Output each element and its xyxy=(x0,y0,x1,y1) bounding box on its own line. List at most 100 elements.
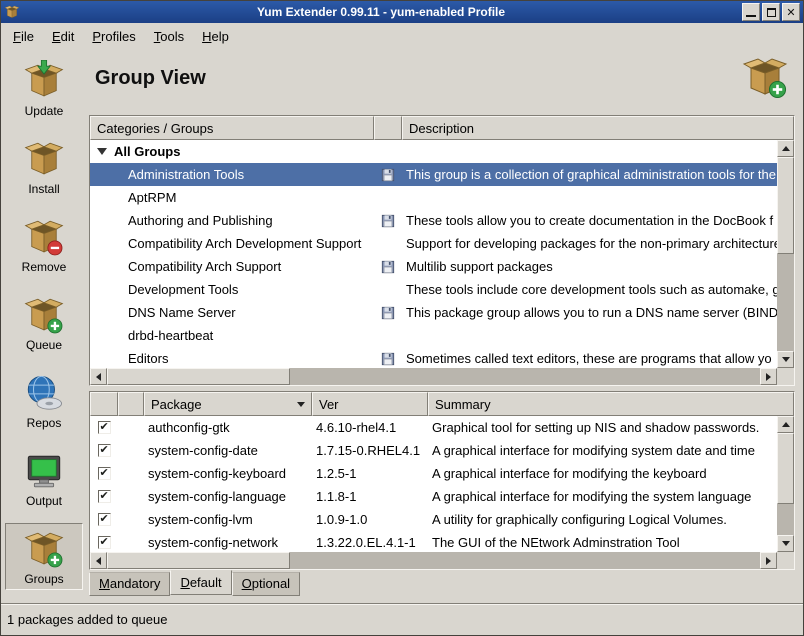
group-row[interactable]: Authoring and Publishing These tools all… xyxy=(90,209,777,232)
scroll-left-button[interactable] xyxy=(90,552,107,569)
sidebar-item-update[interactable]: Update xyxy=(5,55,83,122)
scroll-up-button[interactable] xyxy=(777,416,794,433)
group-label: Administration Tools xyxy=(128,167,244,182)
package-queue-icon xyxy=(23,294,65,336)
minimize-button[interactable] xyxy=(742,3,760,21)
sidebar-item-repos[interactable]: Repos xyxy=(5,367,83,434)
package-row[interactable]: system-config-date 1.7.15-0.RHEL4.1 A gr… xyxy=(90,439,777,462)
package-version: 1.1.8-1 xyxy=(312,489,428,504)
menu-help[interactable]: Help xyxy=(194,25,237,48)
group-row[interactable]: Editors Sometimes called text editors, t… xyxy=(90,347,777,368)
package-version: 1.7.15-0.RHEL4.1 xyxy=(312,443,428,458)
column-header-description[interactable]: Description xyxy=(402,116,794,140)
scroll-left-button[interactable] xyxy=(90,368,107,385)
group-icon xyxy=(381,352,395,366)
group-description: Sometimes called text editors, these are… xyxy=(402,351,777,366)
menu-file[interactable]: File xyxy=(5,25,42,48)
arrow-up-icon xyxy=(782,422,790,427)
group-row-all-groups[interactable]: All Groups xyxy=(90,140,777,163)
window-icon xyxy=(4,4,20,20)
scrollbar-trough[interactable] xyxy=(777,157,794,351)
scroll-down-button[interactable] xyxy=(777,535,794,552)
packages-horizontal-scrollbar[interactable] xyxy=(90,552,777,569)
package-checkbox[interactable] xyxy=(98,490,111,503)
sidebar-item-queue[interactable]: Queue xyxy=(5,289,83,356)
group-icon xyxy=(381,260,395,274)
scrollbar-thumb[interactable] xyxy=(107,552,290,569)
group-description: This group is a collection of graphical … xyxy=(402,167,777,182)
package-name: system-config-language xyxy=(144,489,312,504)
package-row[interactable]: system-config-language 1.1.8-1 A graphic… xyxy=(90,485,777,508)
menu-tools[interactable]: Tools xyxy=(146,25,192,48)
scrollbar-trough[interactable] xyxy=(777,433,794,535)
maximize-button[interactable] xyxy=(762,3,780,21)
scrollbar-thumb[interactable] xyxy=(107,368,290,385)
page-title: Group View xyxy=(95,67,206,90)
expander-icon[interactable] xyxy=(97,148,107,155)
sidebar-item-groups[interactable]: Groups xyxy=(5,523,83,590)
sidebar-item-output[interactable]: Output xyxy=(5,445,83,512)
column-header-package-icon[interactable] xyxy=(118,392,144,416)
column-header-summary[interactable]: Summary xyxy=(428,392,794,416)
group-filter-tabs: Mandatory Default Optional xyxy=(89,570,300,595)
package-row[interactable]: system-config-lvm 1.0.9-1.0 A utility fo… xyxy=(90,508,777,531)
sidebar-item-remove[interactable]: Remove xyxy=(5,211,83,278)
tab-default[interactable]: Default xyxy=(170,570,231,595)
column-header-group-icon[interactable] xyxy=(374,116,402,140)
group-description: Multilib support packages xyxy=(402,259,777,274)
scroll-up-button[interactable] xyxy=(777,140,794,157)
package-name: authconfig-gtk xyxy=(144,420,312,435)
group-description: These tools allow you to create document… xyxy=(402,213,777,228)
column-header-package-label: Package xyxy=(151,397,202,412)
scrollbar-trough[interactable] xyxy=(107,552,760,569)
packages-vertical-scrollbar[interactable] xyxy=(777,416,794,552)
group-row[interactable]: DNS Name Server This package group allow… xyxy=(90,301,777,324)
column-header-package[interactable]: Package xyxy=(144,392,312,416)
tab-mandatory[interactable]: Mandatory xyxy=(89,572,170,596)
package-remove-icon xyxy=(23,216,65,258)
groups-table-header: Categories / Groups Description xyxy=(90,116,794,140)
package-checkbox[interactable] xyxy=(98,444,111,457)
scroll-right-button[interactable] xyxy=(760,552,777,569)
group-row[interactable]: Administration Tools This group is a col… xyxy=(90,163,777,186)
column-header-ver[interactable]: Ver xyxy=(312,392,428,416)
group-row[interactable]: Compatibility Arch Development Support S… xyxy=(90,232,777,255)
menu-edit[interactable]: Edit xyxy=(44,25,82,48)
close-button[interactable] xyxy=(782,3,800,21)
package-checkbox[interactable] xyxy=(98,536,111,549)
titlebar[interactable]: Yum Extender 0.99.11 - yum-enabled Profi… xyxy=(1,1,803,23)
column-header-checkbox[interactable] xyxy=(90,392,118,416)
groups-vertical-scrollbar[interactable] xyxy=(777,140,794,368)
groups-horizontal-scrollbar[interactable] xyxy=(90,368,777,385)
scrollbar-thumb[interactable] xyxy=(777,157,794,254)
group-row[interactable]: AptRPM xyxy=(90,186,777,209)
group-icon xyxy=(381,168,395,182)
group-label: DNS Name Server xyxy=(128,305,236,320)
group-row[interactable]: Development Tools These tools include co… xyxy=(90,278,777,301)
tab-optional[interactable]: Optional xyxy=(232,572,300,596)
package-row[interactable]: authconfig-gtk 4.6.10-rhel4.1 Graphical … xyxy=(90,416,777,439)
package-name: system-config-date xyxy=(144,443,312,458)
arrow-down-icon xyxy=(782,541,790,546)
sidebar-item-install[interactable]: Install xyxy=(5,133,83,200)
package-checkbox[interactable] xyxy=(98,513,111,526)
package-checkbox[interactable] xyxy=(98,467,111,480)
sidebar-item-remove-label: Remove xyxy=(22,260,67,274)
column-header-categories[interactable]: Categories / Groups xyxy=(90,116,374,140)
menu-profiles[interactable]: Profiles xyxy=(84,25,143,48)
arrow-left-icon xyxy=(96,557,101,565)
scroll-down-button[interactable] xyxy=(777,351,794,368)
group-label: Compatibility Arch Support xyxy=(128,259,281,274)
scrollbar-thumb[interactable] xyxy=(777,433,794,504)
package-version: 1.2.5-1 xyxy=(312,466,428,481)
package-name: system-config-network xyxy=(144,535,312,550)
group-row[interactable]: Compatibility Arch Support Multilib supp… xyxy=(90,255,777,278)
scrollbar-trough[interactable] xyxy=(107,368,760,385)
package-checkbox[interactable] xyxy=(98,421,111,434)
menubar: File Edit Profiles Tools Help xyxy=(1,23,803,49)
sort-indicator-icon[interactable] xyxy=(297,402,305,407)
package-row[interactable]: system-config-network 1.3.22.0.EL.4.1-1 … xyxy=(90,531,777,552)
group-row[interactable]: drbd-heartbeat xyxy=(90,324,777,347)
package-row[interactable]: system-config-keyboard 1.2.5-1 A graphic… xyxy=(90,462,777,485)
scroll-right-button[interactable] xyxy=(760,368,777,385)
